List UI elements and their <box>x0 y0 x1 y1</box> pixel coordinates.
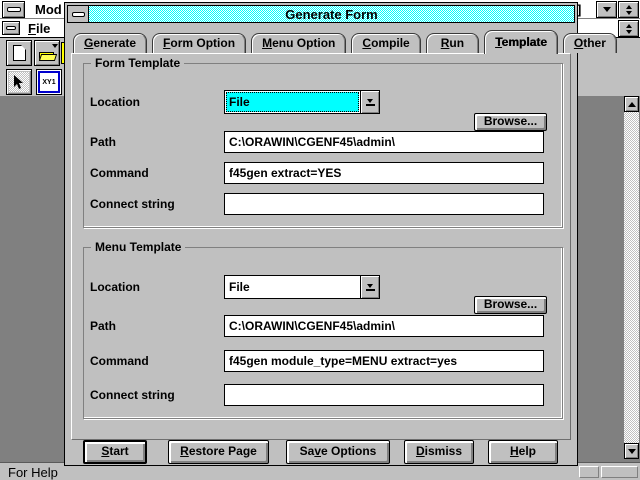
menu-file-mnemonic: F <box>28 21 36 36</box>
scrollbar-up-icon <box>628 102 636 107</box>
generate-form-dialog: Generate Form Generate Form Option Menu … <box>64 2 578 466</box>
menu-connect-row: Connect string <box>90 383 558 408</box>
combo-dropdown-underline <box>366 104 375 106</box>
form-template-group: Form Template Location File Browse... Pa… <box>83 63 563 228</box>
child-system-menu-button[interactable] <box>2 21 20 35</box>
restore-button[interactable] <box>618 1 639 18</box>
dialog-title: Generate Form <box>285 7 377 22</box>
app-system-menu-button[interactable] <box>2 1 25 18</box>
form-connect-label: Connect string <box>90 192 222 216</box>
menu-file-rest: ile <box>36 21 50 36</box>
form-location-row: Location File <box>90 90 558 115</box>
form-connect-row: Connect string <box>90 192 558 217</box>
tab-form-option[interactable]: Form Option <box>152 33 246 53</box>
tab-strip: Generate Form Option Menu Option Compile… <box>73 30 617 54</box>
restore-icon <box>626 24 632 34</box>
form-path-label: Path <box>90 130 222 154</box>
menu-connect-input[interactable] <box>224 384 544 406</box>
menu-location-dropdown-button[interactable] <box>360 276 379 298</box>
tab-content-pane: Form Template Location File Browse... Pa… <box>71 53 571 440</box>
menu-command-row: Command <box>90 349 558 374</box>
menu-path-label: Path <box>90 314 222 338</box>
xy1-tool-button[interactable]: XY1 <box>36 69 62 95</box>
start-button[interactable]: Start <box>83 440 147 464</box>
status-panel-2 <box>601 466 638 478</box>
dismiss-button[interactable]: Dismiss <box>404 440 474 464</box>
menu-template-group: Menu Template Location File Browse... Pa… <box>83 247 563 419</box>
form-location-value: File <box>226 92 359 112</box>
form-location-dropdown-button[interactable] <box>360 91 379 113</box>
new-document-button[interactable] <box>6 40 32 66</box>
minimize-button[interactable] <box>596 1 617 18</box>
combo-dropdown-icon <box>367 99 373 103</box>
form-path-row: Path <box>90 130 558 155</box>
menu-path-row: Path <box>90 314 558 339</box>
tab-template[interactable]: Template <box>484 30 558 54</box>
help-button[interactable]: Help <box>488 440 558 464</box>
menu-browse-button[interactable]: Browse... <box>474 296 547 314</box>
menu-command-input[interactable] <box>224 350 544 372</box>
child-restore-button[interactable] <box>618 20 639 37</box>
dialog-title-bar[interactable]: Generate Form <box>67 5 575 23</box>
form-command-row: Command <box>90 161 558 186</box>
combo-dropdown-underline <box>366 289 375 291</box>
tab-menu-option[interactable]: Menu Option <box>251 33 346 53</box>
menu-path-input[interactable] <box>224 315 544 337</box>
system-menu-icon <box>7 7 21 12</box>
form-command-input[interactable] <box>224 162 544 184</box>
system-menu-icon <box>6 26 16 30</box>
form-command-label: Command <box>90 161 222 185</box>
system-menu-icon <box>72 12 85 17</box>
menu-command-label: Command <box>90 349 222 373</box>
scrollbar-down-icon <box>628 449 636 454</box>
pointer-arrow-icon <box>13 75 25 90</box>
save-options-button[interactable]: Save Options <box>286 440 390 464</box>
status-message: For Help <box>8 465 58 480</box>
status-panel-1 <box>579 466 599 478</box>
dialog-system-menu-button[interactable] <box>68 6 89 22</box>
menu-location-value: File <box>226 277 359 297</box>
scrollbar-up-button[interactable] <box>624 96 639 112</box>
tab-generate[interactable]: Generate <box>73 33 147 53</box>
restore-page-button[interactable]: Restore Page <box>168 440 269 464</box>
minimize-icon <box>603 7 611 12</box>
open-file-button[interactable] <box>34 40 60 66</box>
form-location-label: Location <box>90 90 222 114</box>
restore-icon <box>626 5 632 15</box>
menu-template-group-label: Menu Template <box>91 240 185 254</box>
open-folder-icon <box>39 50 56 61</box>
scrollbar-down-button[interactable] <box>624 443 639 459</box>
pointer-tool-button[interactable] <box>6 69 32 95</box>
app-title: Mod <box>35 2 62 17</box>
tab-run[interactable]: Run <box>426 33 479 53</box>
menu-connect-label: Connect string <box>90 383 222 407</box>
form-location-combobox[interactable]: File <box>224 90 380 114</box>
tab-compile[interactable]: Compile <box>351 33 420 53</box>
tab-other[interactable]: Other <box>563 33 617 53</box>
combo-dropdown-icon <box>367 284 373 288</box>
form-browse-button[interactable]: Browse... <box>474 113 547 131</box>
menu-item-file[interactable]: File <box>28 21 50 36</box>
xy1-label: XY1 <box>42 79 55 86</box>
menu-location-combobox[interactable]: File <box>224 275 380 299</box>
menu-location-label: Location <box>90 275 222 299</box>
form-connect-input[interactable] <box>224 193 544 215</box>
form-path-input[interactable] <box>224 131 544 153</box>
vertical-scrollbar[interactable] <box>624 96 639 459</box>
form-template-group-label: Form Template <box>91 56 184 70</box>
new-document-icon <box>13 45 26 61</box>
